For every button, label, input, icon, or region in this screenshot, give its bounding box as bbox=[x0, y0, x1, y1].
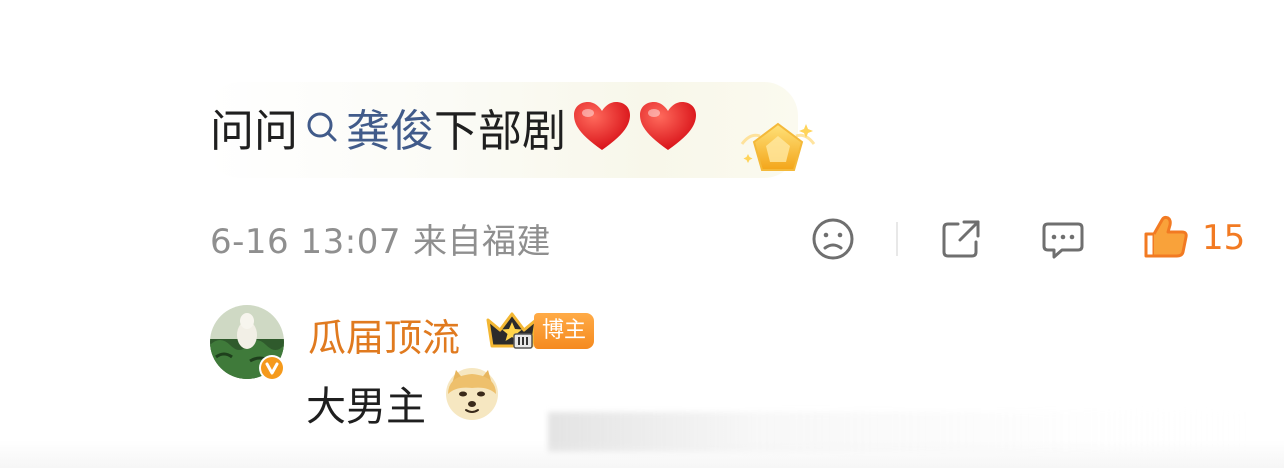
doge-icon bbox=[446, 368, 498, 420]
share-icon[interactable] bbox=[938, 216, 984, 262]
dislike-face-icon[interactable] bbox=[810, 216, 856, 262]
like-count: 15 bbox=[1202, 218, 1246, 258]
action-divider bbox=[896, 222, 898, 256]
comment-text: 问问 龚俊 下部剧 bbox=[210, 97, 698, 157]
reply-text: 大男主 bbox=[306, 384, 426, 430]
bottom-fade bbox=[0, 440, 1284, 468]
reply-author-name[interactable]: 瓜届顶流 bbox=[308, 307, 460, 362]
heart-icon bbox=[640, 102, 696, 150]
blogger-tag: 博主 bbox=[534, 313, 594, 349]
comment-suffix: 下部剧 bbox=[434, 106, 566, 157]
comment-prefix: 问问 bbox=[210, 106, 298, 157]
heart-icon bbox=[574, 102, 630, 150]
star-badge-icon bbox=[740, 122, 816, 171]
mention-link[interactable]: 龚俊 bbox=[346, 95, 434, 159]
comment-icon[interactable] bbox=[1040, 216, 1086, 262]
verified-badge-icon bbox=[259, 355, 285, 381]
comment-location: 来自福建 bbox=[412, 222, 551, 262]
comment-meta: 6-16 13:07 来自福建 bbox=[210, 214, 551, 263]
like-thumb-icon[interactable] bbox=[1142, 214, 1190, 262]
search-icon bbox=[307, 112, 337, 142]
comment-time: 6-16 13:07 bbox=[210, 222, 401, 262]
